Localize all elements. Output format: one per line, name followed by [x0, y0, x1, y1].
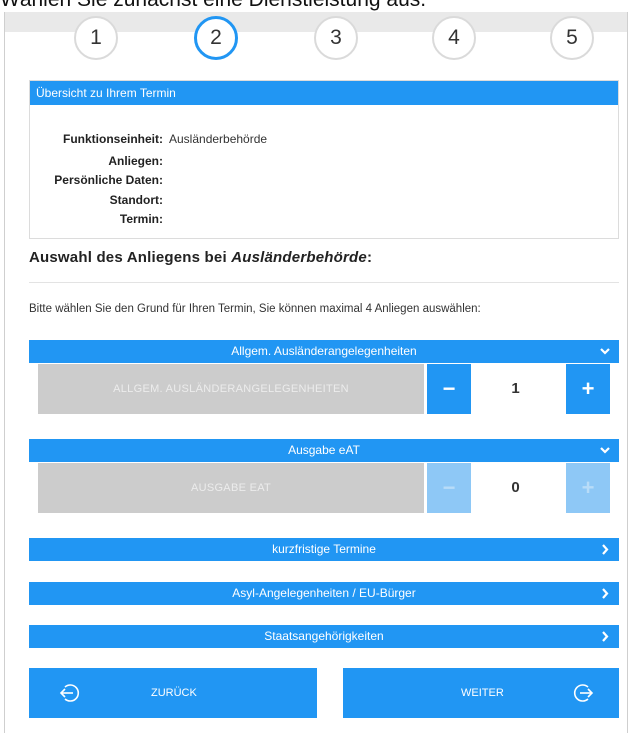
- divider: [29, 282, 619, 283]
- overview-value: Ausländerbehörde: [169, 132, 268, 146]
- appointment-overview: Übersicht zu Ihrem Termin Funktionseinhe…: [29, 80, 619, 239]
- back-arrow-icon: [59, 684, 80, 702]
- step-4[interactable]: 4: [432, 16, 476, 60]
- category-header-staatsangehoerigkeit[interactable]: Staatsangehörigkeiten: [29, 625, 619, 648]
- next-button[interactable]: WEITER: [343, 668, 619, 718]
- quantity-value: 1: [511, 380, 520, 397]
- page-heading: Wählen Sie zunächst eine Dienstleistung …: [0, 0, 426, 12]
- overview-label: Funktionseinheit:: [63, 132, 163, 146]
- category-header-eat[interactable]: Ausgabe eAT: [29, 439, 619, 462]
- step-5[interactable]: 5: [550, 16, 594, 60]
- category-label: Asyl-Angelegenheiten / EU-Bürger: [232, 586, 416, 600]
- category-header-asyl[interactable]: Asyl-Angelegenheiten / EU-Bürger: [29, 582, 619, 605]
- increment-button[interactable]: +: [566, 463, 610, 513]
- overview-label: Persönliche Daten:: [54, 173, 163, 187]
- next-arrow-icon: [573, 684, 594, 702]
- overview-title: Übersicht zu Ihrem Termin: [30, 81, 618, 105]
- chevron-right-icon: [600, 538, 610, 569]
- chevron-right-icon: [600, 582, 610, 613]
- section-title-prefix: Auswahl des Anliegens bei: [29, 249, 232, 266]
- overview-label: Anliegen:: [108, 154, 163, 168]
- instruction-text: Bitte wählen Sie den Grund für Ihren Ter…: [29, 303, 481, 315]
- category-label: Ausgabe eAT: [288, 443, 360, 457]
- category-header-kurzfristig[interactable]: kurzfristige Termine: [29, 538, 619, 561]
- section-title-authority: Ausländerbehörde: [231, 249, 367, 266]
- service-label[interactable]: ALLGEM. AUSLÄNDERANGELEGENHEITEN: [38, 364, 424, 414]
- overview-row-concern: Anliegen:: [30, 153, 620, 169]
- chevron-right-icon: [600, 625, 610, 656]
- overview-label: Standort:: [109, 193, 163, 207]
- step-3[interactable]: 3: [314, 16, 358, 60]
- overview-row-location: Standort:: [30, 192, 620, 208]
- next-label: WEITER: [461, 687, 504, 699]
- overview-row-appointment: Termin:: [30, 211, 620, 227]
- section-title: Auswahl des Anliegens bei Ausländerbehör…: [29, 249, 372, 266]
- overview-label: Termin:: [119, 212, 163, 226]
- category-label: Staatsangehörigkeiten: [264, 629, 384, 643]
- service-row-eat: AUSGABE EAT − 0 +: [38, 463, 610, 513]
- back-button[interactable]: ZURÜCK: [29, 668, 317, 718]
- service-label[interactable]: AUSGABE EAT: [38, 463, 424, 513]
- back-label: ZURÜCK: [151, 687, 197, 699]
- category-header-allgem[interactable]: Allgem. Ausländerangelegenheiten: [29, 340, 619, 363]
- section-title-suffix: :: [366, 249, 373, 266]
- step-1[interactable]: 1: [74, 16, 118, 60]
- overview-row-personal: Persönliche Daten:: [30, 172, 620, 188]
- service-row-allgem: ALLGEM. AUSLÄNDERANGELEGENHEITEN − 1 +: [38, 364, 610, 414]
- step-2-active[interactable]: 2: [194, 16, 238, 60]
- category-label: Allgem. Ausländerangelegenheiten: [231, 344, 417, 358]
- increment-button[interactable]: +: [566, 364, 610, 414]
- overview-row-unit: Funktionseinheit: Ausländerbehörde: [30, 131, 620, 147]
- decrement-button[interactable]: −: [427, 463, 471, 513]
- quantity-value: 0: [511, 479, 520, 496]
- decrement-button[interactable]: −: [427, 364, 471, 414]
- category-label: kurzfristige Termine: [272, 542, 376, 556]
